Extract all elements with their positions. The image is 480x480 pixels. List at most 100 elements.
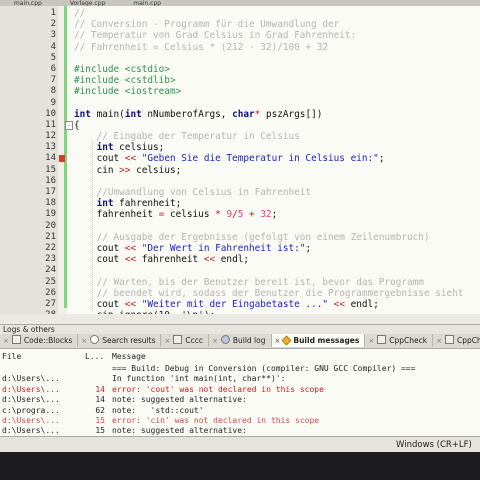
code-line[interactable]: 16 bbox=[0, 176, 480, 187]
log-tab[interactable]: × Cccc bbox=[161, 334, 209, 347]
line-number: 1 bbox=[50, 8, 56, 18]
code-line[interactable]: 27 cout << "Weiter mit der Eingabetaste … bbox=[0, 299, 480, 310]
log-tab[interactable]: × CppCheck bbox=[365, 334, 434, 347]
line-number: 7 bbox=[50, 75, 56, 86]
code-text: // Temperatur von Grad Celsius in Grad F… bbox=[74, 30, 356, 41]
code-token: fahrenheit; bbox=[113, 198, 182, 210]
code-line[interactable]: 8 #include <iostream> bbox=[0, 86, 480, 97]
log-row[interactable]: === Build: Debug in Conversion (compiler… bbox=[0, 364, 480, 374]
close-icon[interactable]: × bbox=[436, 337, 442, 345]
code-line[interactable]: 25 // Warten, bis der Benutzer bereit is… bbox=[0, 277, 480, 288]
log-line: 14 bbox=[95, 384, 105, 394]
line-number: 6 bbox=[50, 63, 56, 74]
log-row[interactable]: d:\Users\... 15 error: 'cin' was not decla… bbox=[0, 416, 480, 426]
code-line[interactable]: 5 bbox=[0, 53, 480, 64]
code-line[interactable]: 14 cout << "Geben Sie die Temperatur in … bbox=[0, 153, 480, 164]
code-line[interactable]: 20 bbox=[0, 221, 480, 232]
log-row[interactable]: d:\Users\... 14 note: suggested alternativ… bbox=[0, 395, 480, 405]
code-line[interactable]: 12 // Eingabe der Temperatur in Celsius bbox=[0, 131, 480, 142]
log-row[interactable]: d:\Users\... In function 'int main(int, c… bbox=[0, 374, 480, 384]
line-number: 2 bbox=[50, 19, 56, 30]
log-row[interactable]: c:\progra... 62 note: 'std::cout' bbox=[0, 406, 480, 416]
code-token: cin bbox=[74, 164, 120, 176]
close-icon[interactable]: × bbox=[164, 337, 170, 345]
code-line[interactable]: 11-{ bbox=[0, 120, 480, 131]
log-line: 15 bbox=[95, 415, 105, 425]
close-icon[interactable]: × bbox=[212, 337, 218, 345]
close-icon[interactable]: × bbox=[275, 337, 281, 345]
code-line[interactable]: 4 // Fahrenheit = Celsius * (212 - 32)/10… bbox=[0, 42, 480, 53]
code-token: char bbox=[232, 108, 255, 120]
code-token: { bbox=[74, 119, 80, 131]
code-token: << bbox=[124, 254, 137, 266]
log-tab[interactable]: × Code::Blocks bbox=[0, 334, 79, 347]
log-tab[interactable]: × Build log bbox=[209, 334, 272, 347]
code-token: // Temperatur von Grad Celsius in Grad F… bbox=[74, 30, 357, 42]
code-token: ; bbox=[271, 209, 278, 221]
code-token: int bbox=[74, 142, 114, 154]
log-file: d:\Users\... bbox=[2, 384, 60, 394]
line-number: 10 bbox=[45, 108, 56, 119]
code-line[interactable]: 26 // beendet wird, sodass der Benutzer … bbox=[0, 288, 480, 299]
code-text: fahrenheit = celsius * 9/5 + 32; bbox=[74, 209, 278, 221]
log-tab[interactable]: × Search results bbox=[78, 334, 162, 347]
fold-toggle-icon[interactable]: - bbox=[65, 120, 73, 130]
code-line[interactable]: 15 cin >> celsius; bbox=[0, 165, 480, 176]
code-token: int bbox=[124, 108, 142, 120]
close-icon[interactable]: × bbox=[81, 337, 87, 345]
line-number: 9 bbox=[50, 97, 56, 108]
code-token: fahrenheit bbox=[74, 209, 159, 221]
code-token: << bbox=[124, 242, 137, 254]
log-message: note: suggested alternative: bbox=[112, 395, 247, 405]
cppcheck-icon bbox=[444, 335, 454, 344]
code-text: cout << "Weiter mit der Eingabetaste ...… bbox=[74, 299, 379, 310]
line-number: 20 bbox=[45, 220, 56, 231]
code-line[interactable]: 7 #include <cstdlib> bbox=[0, 75, 480, 86]
code-line[interactable]: 22 cout << "Der Wert in Fahrenheit ist:"… bbox=[0, 243, 480, 254]
error-marker-icon[interactable] bbox=[59, 155, 65, 163]
line-number: 3 bbox=[50, 30, 56, 41]
log-message: error: 'cout' was not declared in this s… bbox=[112, 384, 324, 394]
code-editor[interactable]: 1 // 2 // Conversion - Programm für die Umw… bbox=[0, 6, 480, 314]
code-line[interactable]: 17 //Umwandlung von Celsius in Fahrenhei… bbox=[0, 187, 480, 198]
code-line[interactable]: 19 fahrenheit = celsius * 9/5 + 32; bbox=[0, 209, 480, 220]
code-token: cout bbox=[74, 242, 125, 254]
line-number: 23 bbox=[45, 254, 56, 265]
code-line[interactable]: 24 bbox=[0, 265, 480, 276]
line-number: 19 bbox=[45, 209, 56, 220]
line-number: 4 bbox=[50, 41, 56, 52]
code-token: ; bbox=[305, 242, 312, 254]
code-token: >> bbox=[119, 164, 131, 176]
code-line[interactable]: 10 int main(int nNumberofArgs, char* pszA… bbox=[0, 109, 480, 120]
code-line[interactable]: 1 // bbox=[0, 8, 480, 19]
close-icon[interactable]: × bbox=[3, 337, 9, 345]
cppcheck-icon bbox=[377, 335, 387, 344]
log-tab[interactable]: × Build messages bbox=[271, 334, 366, 347]
code-text: cout << fahrenheit << endl; bbox=[74, 254, 249, 265]
code-line[interactable]: 23 cout << fahrenheit << endl; bbox=[0, 254, 480, 265]
code-line[interactable]: 3 // Temperatur von Grad Celsius in Grad … bbox=[0, 30, 480, 41]
line-number: 24 bbox=[45, 265, 56, 276]
code-text: { bbox=[74, 120, 80, 131]
code-token: "Der Wert in Fahrenheit ist:" bbox=[136, 242, 306, 254]
code-text: #include <cstdio> bbox=[74, 64, 170, 75]
close-icon[interactable]: × bbox=[368, 337, 374, 345]
log-row[interactable]: d:\Users\... 14 error: 'cout' was not decl… bbox=[0, 385, 480, 395]
log-tab[interactable]: × CppChe bbox=[433, 334, 480, 347]
code-token: // beendet wird, sodass der Benutzer die… bbox=[74, 287, 464, 299]
code-line[interactable]: 13 int celsius; bbox=[0, 142, 480, 153]
code-line[interactable]: 18 int fahrenheit; bbox=[0, 198, 480, 209]
code-line[interactable]: 2 // Conversion - Programm für die Umwand… bbox=[0, 19, 480, 30]
code-line[interactable]: 6 #include <cstdio> bbox=[0, 64, 480, 75]
log-header-file[interactable]: File bbox=[2, 352, 21, 361]
log-header-line[interactable]: L... bbox=[85, 352, 104, 361]
code-line[interactable]: 9 bbox=[0, 98, 480, 109]
code-token: int bbox=[74, 198, 114, 210]
log-header-message[interactable]: Message bbox=[112, 352, 146, 361]
code-line[interactable]: 28 cin.ignore(10, '\n'); bbox=[0, 310, 480, 314]
code-text: //Umwandlung von Celsius in Fahrenheit bbox=[74, 187, 312, 198]
code-token: celsius bbox=[164, 209, 216, 221]
code-line[interactable]: 21 // Ausgabe der Ergebnisse (gefolgt vo… bbox=[0, 232, 480, 243]
code-text: cout << "Der Wert in Fahrenheit ist:"; bbox=[74, 242, 312, 254]
code-token: "Geben Sie die Temperatur in Celsius ein… bbox=[136, 153, 379, 165]
